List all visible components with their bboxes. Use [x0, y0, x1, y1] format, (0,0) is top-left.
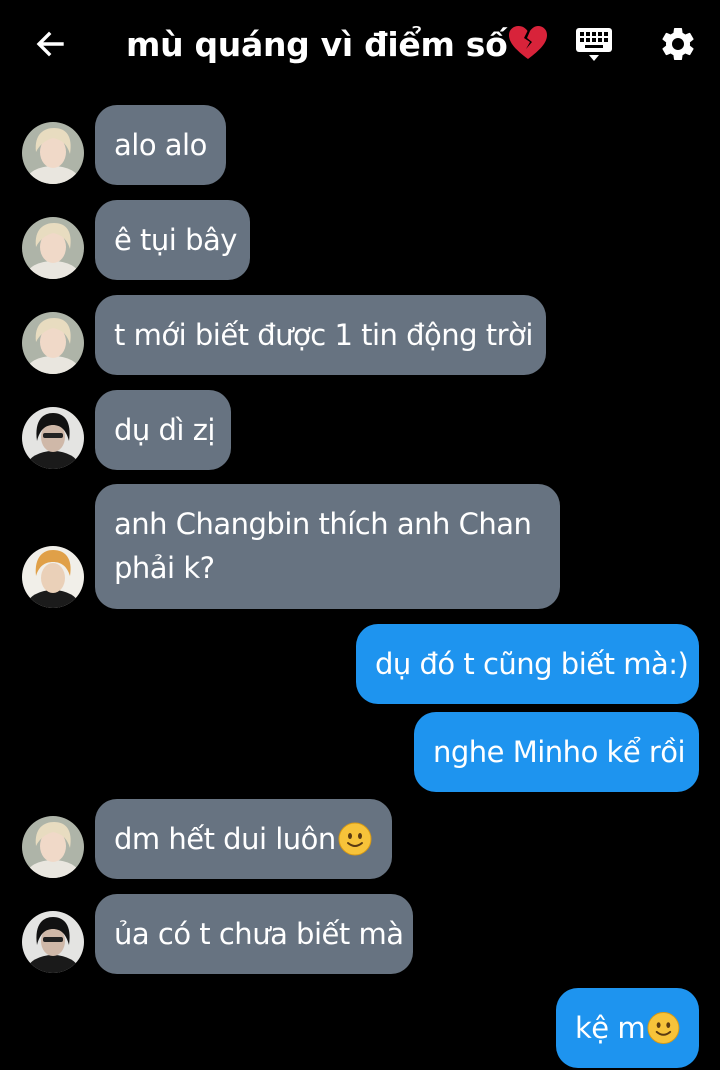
message-text: alo alo	[114, 128, 207, 162]
message-text: nghe Minho kể rồi	[433, 735, 686, 769]
message-text: dm hết dui luôn	[114, 822, 336, 856]
message-bubble-incoming[interactable]: dụ dì zị	[95, 390, 231, 470]
message-bubble-incoming[interactable]: ủa có t chưa biết mà	[95, 894, 413, 974]
message-bubble-outgoing[interactable]: dụ đó t cũng biết mà:)	[356, 624, 699, 704]
message-text: anh Changbin thích anh Chan phải k?	[114, 507, 532, 585]
avatar[interactable]	[22, 911, 84, 973]
avatar[interactable]	[22, 122, 84, 184]
avatar[interactable]	[22, 217, 84, 279]
avatar-blonde-icon	[22, 217, 84, 279]
message-list[interactable]: alo alo ê tụi bây t mới biết được 1 tin …	[0, 0, 720, 1070]
message-bubble-incoming[interactable]: dm hết dui luôn	[95, 799, 392, 879]
avatar-blonde-icon	[22, 816, 84, 878]
message-bubble-outgoing[interactable]: kệ m	[556, 988, 699, 1068]
slight-smile-icon	[647, 1012, 680, 1044]
message-bubble-outgoing[interactable]: nghe Minho kể rồi	[414, 712, 699, 792]
message-text: dụ dì zị	[114, 413, 215, 447]
avatar[interactable]	[22, 816, 84, 878]
avatar-dark-hair-icon	[22, 911, 84, 973]
avatar-blonde-icon	[22, 312, 84, 374]
avatar[interactable]	[22, 546, 84, 608]
message-text: t mới biết được 1 tin động trời	[114, 318, 533, 352]
message-bubble-incoming[interactable]: ê tụi bây	[95, 200, 250, 280]
message-text: kệ m	[575, 1011, 646, 1045]
avatar[interactable]	[22, 312, 84, 374]
chat-screen: mù quáng vì điểm số alo alo ê tụi bây t …	[0, 0, 720, 1070]
slight-smile-icon	[338, 822, 372, 856]
avatar[interactable]	[22, 407, 84, 469]
message-text: ủa có t chưa biết mà	[114, 917, 404, 951]
message-bubble-incoming[interactable]: alo alo	[95, 105, 226, 185]
message-text: ê tụi bây	[114, 223, 237, 257]
message-text: dụ đó t cũng biết mà:)	[375, 647, 689, 681]
message-bubble-incoming[interactable]: t mới biết được 1 tin động trời	[95, 295, 546, 375]
avatar-orange-hair-icon	[22, 546, 84, 608]
message-bubble-incoming[interactable]: anh Changbin thích anh Chan phải k?	[95, 484, 560, 609]
avatar-dark-hair-icon	[22, 407, 84, 469]
avatar-blonde-icon	[22, 122, 84, 184]
